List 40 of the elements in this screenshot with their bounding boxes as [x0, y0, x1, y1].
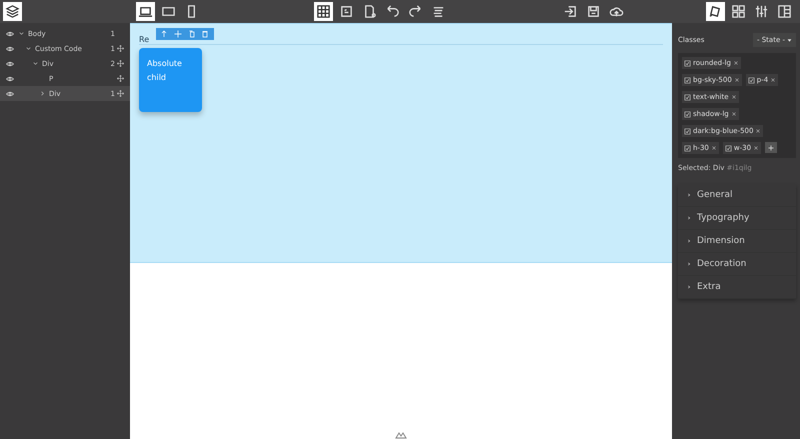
- trash-icon: [201, 30, 210, 38]
- save-icon: [586, 4, 601, 19]
- layers-logo-icon: [3, 2, 22, 21]
- section-header[interactable]: Dimension: [678, 230, 796, 253]
- blocks-icon: [731, 4, 746, 19]
- plus-icon: [767, 144, 776, 152]
- redo-icon: [408, 4, 423, 19]
- panel-button[interactable]: [775, 2, 794, 21]
- close-icon: [733, 60, 739, 66]
- panel-icon: [777, 4, 792, 19]
- tablet-icon: [161, 4, 176, 19]
- undo-icon: [385, 4, 400, 19]
- close-icon: [710, 145, 717, 151]
- heading-text: Re: [139, 35, 150, 44]
- section-header[interactable]: Decoration: [678, 253, 796, 276]
- close-icon: [755, 128, 762, 134]
- sliders-icon: [754, 4, 769, 19]
- caret-down-icon: [787, 38, 792, 42]
- section-header[interactable]: Typography: [678, 207, 796, 230]
- laptop-icon: [138, 4, 153, 19]
- box-text: Absolute child: [147, 59, 182, 82]
- grid-button[interactable]: [314, 2, 333, 21]
- close-icon: [753, 145, 760, 151]
- section-header[interactable]: Extra: [678, 276, 796, 299]
- copy-icon: [188, 30, 196, 38]
- resize-handle-icon[interactable]: [395, 431, 407, 439]
- arrow-up-icon: [160, 30, 168, 38]
- close-icon: [734, 77, 740, 83]
- code-icon: [339, 4, 354, 19]
- section-header[interactable]: General: [678, 184, 796, 207]
- text-lines-icon: [431, 4, 446, 19]
- grid-icon: [316, 4, 331, 19]
- blocks-button[interactable]: [729, 2, 748, 21]
- document-icon: [362, 4, 377, 19]
- laptop-button[interactable]: [136, 2, 155, 21]
- close-icon: [770, 77, 776, 83]
- move-icon: [174, 30, 182, 38]
- import-icon: [563, 4, 578, 19]
- close-icon: [730, 111, 737, 117]
- close-icon: [730, 94, 736, 100]
